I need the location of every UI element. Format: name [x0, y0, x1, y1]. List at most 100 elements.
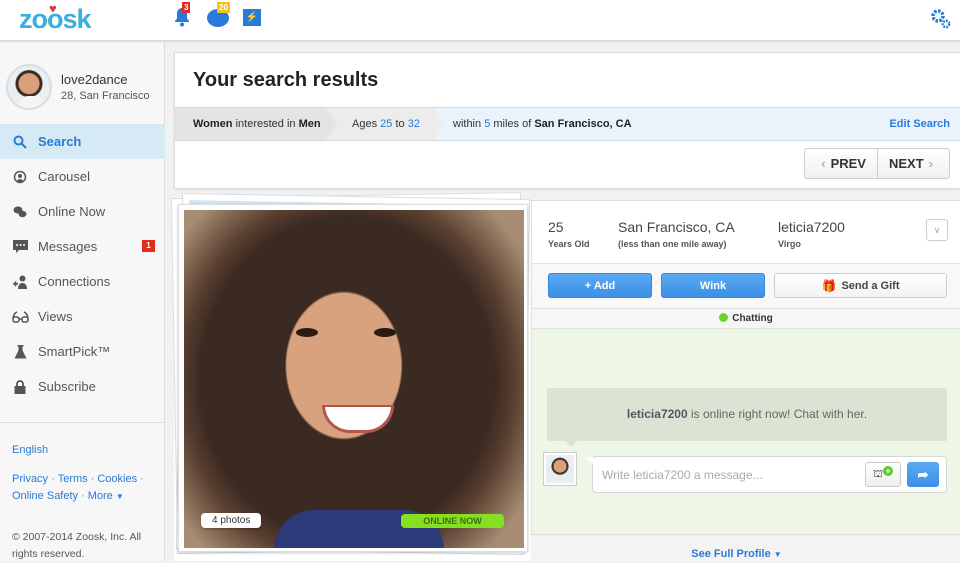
- settings-button[interactable]: [930, 8, 952, 30]
- age-max: 32: [407, 118, 420, 130]
- profile-photo[interactable]: 4 photos ONLINE NOW: [184, 210, 524, 548]
- sidebar-item-search[interactable]: Search: [0, 124, 165, 159]
- profile-footer: See Full Profile ▼: [531, 534, 960, 562]
- miles-value: 5: [484, 118, 491, 130]
- messages-badge: 1: [142, 240, 155, 252]
- filter-ages[interactable]: Ages 25 to 32: [325, 108, 433, 140]
- ages-label: Ages: [352, 118, 378, 130]
- sidebar-item-label: SmartPick™: [38, 344, 111, 359]
- edit-search-link[interactable]: Edit Search: [889, 108, 950, 140]
- sidebar-item-carousel[interactable]: Carousel: [0, 159, 165, 194]
- sidebar-item-online-now[interactable]: Online Now: [0, 194, 165, 229]
- boost-button[interactable]: ⚡: [243, 9, 261, 26]
- chevron-left-icon: ‹: [821, 156, 826, 171]
- attach-gift-button[interactable]: ⛫ +: [865, 462, 901, 487]
- sidebar-item-label: Online Now: [38, 204, 106, 219]
- chat-area: leticia7200 is online right now! Chat wi…: [531, 328, 960, 534]
- filter-distance[interactable]: within 5 miles of San Francisco, CA: [453, 108, 632, 140]
- profile-photo-frame[interactable]: 4 photos ONLINE NOW: [178, 204, 528, 552]
- username-info: leticia7200 Virgo: [778, 219, 845, 249]
- sidebar-item-label: Subscribe: [38, 379, 96, 394]
- privacy-link[interactable]: Privacy: [12, 473, 48, 485]
- more-link[interactable]: More ▼: [88, 490, 124, 502]
- online-now-badge: ONLINE NOW: [401, 514, 504, 528]
- message-input[interactable]: [602, 457, 857, 492]
- connections-icon: [11, 274, 29, 290]
- attach-icon: ⛫: [872, 468, 884, 480]
- coins-badge: 20: [217, 2, 230, 13]
- online-safety-link[interactable]: Online Safety: [12, 490, 78, 502]
- lightning-icon: ⚡: [245, 12, 259, 23]
- age-value: 25: [548, 219, 564, 235]
- pagination: ‹ PREV NEXT ›: [804, 148, 950, 179]
- gender-a: Women: [193, 118, 233, 130]
- photo-detail: [374, 328, 396, 337]
- send-message-button[interactable]: ➦: [907, 462, 939, 487]
- top-bar: zoosk ♥ 3 20 ⚡: [0, 0, 960, 41]
- notifications-badge: 3: [182, 2, 191, 13]
- separator: ·: [90, 473, 95, 485]
- sidebar-item-messages[interactable]: Messages 1: [0, 229, 165, 264]
- send-gift-label: Send a Gift: [841, 279, 900, 292]
- online-notice: leticia7200 is online right now! Chat wi…: [547, 388, 947, 447]
- online-status-dot: [719, 313, 729, 322]
- sidebar-item-label: Views: [38, 309, 73, 324]
- language-link[interactable]: English: [12, 444, 48, 456]
- notifications-button[interactable]: 3: [173, 2, 191, 27]
- user-avatar[interactable]: [6, 64, 52, 110]
- sidebar-item-label: Connections: [38, 274, 111, 289]
- chevron-down-icon: ∨: [933, 225, 941, 235]
- coins-button[interactable]: 20: [207, 2, 230, 27]
- cookies-link[interactable]: Cookies: [97, 473, 137, 485]
- interested-in-text: interested in: [235, 118, 296, 130]
- prev-button[interactable]: ‹ PREV: [805, 149, 877, 178]
- sidebar-item-views[interactable]: Views: [0, 299, 165, 334]
- sidebar-item-label: Messages: [38, 239, 98, 254]
- location-info: San Francisco, CA (less than one mile aw…: [618, 219, 735, 249]
- see-full-profile-label: See Full Profile: [691, 548, 771, 560]
- add-button[interactable]: + Add: [548, 273, 652, 298]
- next-button[interactable]: NEXT ›: [876, 149, 949, 178]
- user-profile[interactable]: love2dance 28, San Francisco: [6, 64, 166, 114]
- lock-icon: [11, 379, 29, 395]
- send-gift-button[interactable]: 🎁 Send a Gift: [774, 273, 947, 298]
- sidebar-item-label: Carousel: [38, 169, 91, 184]
- online-notice-name: leticia7200: [626, 407, 688, 421]
- wink-button[interactable]: Wink: [661, 273, 765, 298]
- zoosk-logo[interactable]: zoosk ♥: [19, 1, 92, 35]
- chevron-right-icon: ›: [928, 156, 933, 171]
- within-text: within: [453, 118, 482, 130]
- filter-gender[interactable]: Women interested in Men: [175, 108, 325, 140]
- more-options-button[interactable]: ∨: [926, 219, 948, 241]
- profile-info-row: 25 Years Old San Francisco, CA (less tha…: [531, 201, 960, 264]
- flask-icon: [11, 344, 29, 360]
- age-label: Years Old: [548, 239, 590, 249]
- chat-bubbles-icon: [11, 204, 29, 220]
- separator: ·: [140, 473, 144, 485]
- photos-count-badge[interactable]: 4 photos: [201, 513, 262, 528]
- see-full-profile-link[interactable]: See Full Profile ▼: [691, 548, 781, 560]
- miles-of-text: miles of: [493, 118, 532, 130]
- user-details: 28, San Francisco: [61, 90, 150, 102]
- online-notice-text: is online right now! Chat with her.: [687, 407, 868, 421]
- caret-down-icon: ▼: [115, 492, 124, 501]
- sidebar-item-connections[interactable]: Connections: [0, 264, 165, 299]
- photo-detail: [296, 328, 318, 337]
- user-name: love2dance: [61, 72, 128, 87]
- chat-status: Chatting: [732, 313, 773, 324]
- age-to: to: [395, 118, 405, 130]
- location-value: San Francisco, CA: [618, 219, 735, 235]
- sidebar-item-subscribe[interactable]: Subscribe: [0, 369, 165, 404]
- search-icon: [11, 134, 29, 150]
- location-value: San Francisco, CA: [534, 118, 632, 130]
- username-value[interactable]: leticia7200: [778, 219, 845, 235]
- search-filter-bar: Women interested in Men Ages 25 to 32 wi…: [175, 107, 960, 141]
- more-label: More: [87, 490, 113, 502]
- sidebar-item-smartpick[interactable]: SmartPick™: [0, 334, 165, 369]
- sidebar-footer-links: English Privacy · Terms · Cookies · Online Sa…: [12, 442, 147, 505]
- zodiac-sign: Virgo: [778, 239, 801, 249]
- terms-link[interactable]: Terms: [58, 473, 88, 485]
- sidebar-item-label: Search: [38, 134, 82, 149]
- gear-icon: [931, 9, 951, 29]
- plus-icon: +: [883, 466, 894, 476]
